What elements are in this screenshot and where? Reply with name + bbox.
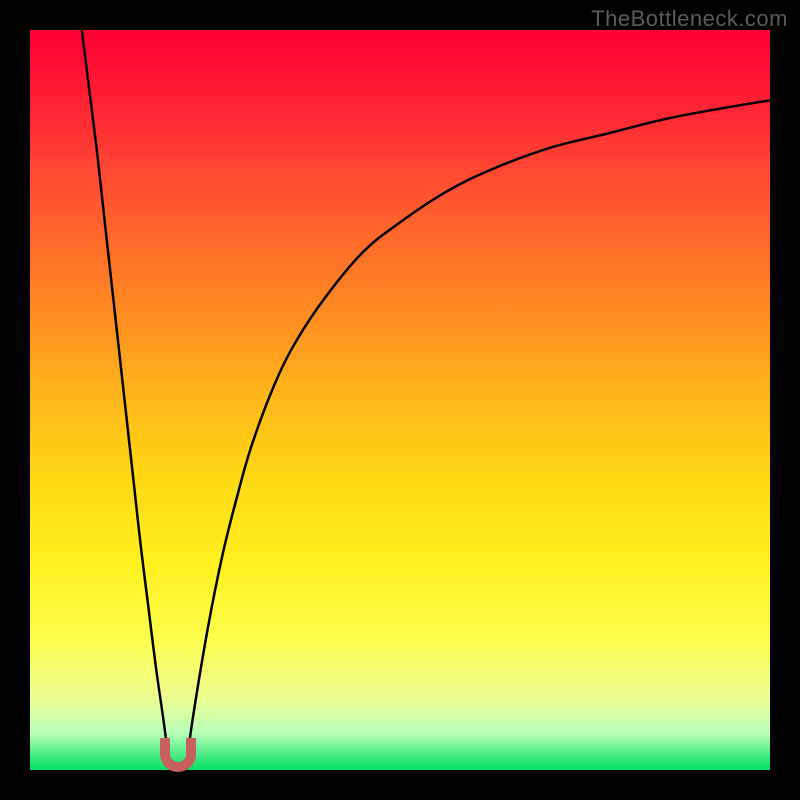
watermark-text: TheBottleneck.com xyxy=(591,6,788,32)
curve-layer xyxy=(30,30,770,770)
chart-stage: TheBottleneck.com xyxy=(0,0,800,800)
left-branch-curve xyxy=(82,30,169,763)
plot-area xyxy=(30,30,770,770)
right-branch-curve xyxy=(187,100,770,762)
